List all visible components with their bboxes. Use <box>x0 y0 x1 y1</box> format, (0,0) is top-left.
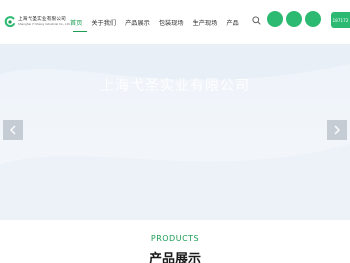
page: 上海弋圣实业有限公司 Shanghai Yi Sheng Industrial … <box>0 0 350 263</box>
search-icon[interactable] <box>252 16 261 25</box>
banner-title: 上海弋圣实业有限公司 <box>100 78 250 94</box>
logo-mark-icon <box>4 16 15 28</box>
nav-item-production[interactable]: 生产现场 <box>193 18 218 27</box>
banner-background-waves <box>0 44 350 220</box>
phone-number: 187172 <box>332 17 349 23</box>
nav-item-home[interactable]: 首页 <box>70 18 82 27</box>
banner-prev-button[interactable] <box>3 120 23 140</box>
logo-name-en: Shanghai Yi Sheng Industrial Co., Ltd. <box>18 22 71 27</box>
wechat-button[interactable] <box>267 11 283 27</box>
chevron-right-icon <box>334 125 340 135</box>
nav-item-more-products[interactable]: 产品 <box>226 18 238 27</box>
logo[interactable]: 上海弋圣实业有限公司 Shanghai Yi Sheng Industrial … <box>4 12 72 32</box>
banner-next-button[interactable] <box>327 120 347 140</box>
contact-button[interactable] <box>286 11 302 27</box>
products-heading-en: PRODUCTS <box>150 234 200 243</box>
hero-banner: 上海弋圣实业有限公司 <box>0 44 350 220</box>
logo-text: 上海弋圣实业有限公司 Shanghai Yi Sheng Industrial … <box>18 17 71 27</box>
message-button[interactable] <box>305 11 321 27</box>
chevron-left-icon <box>10 125 16 135</box>
phone-tab[interactable]: 187172 <box>331 12 350 28</box>
header: 上海弋圣实业有限公司 Shanghai Yi Sheng Industrial … <box>0 0 350 44</box>
nav-item-about[interactable]: 关于我们 <box>91 18 116 27</box>
nav-active-underline <box>73 31 87 32</box>
nav-item-products[interactable]: 产品展示 <box>125 18 150 27</box>
products-heading-cn: 产品展示 <box>148 252 201 263</box>
main-nav: 首页 关于我们 产品展示 包装现场 生产现场 产品 <box>70 14 248 30</box>
nav-item-packaging[interactable]: 包装现场 <box>159 18 184 27</box>
